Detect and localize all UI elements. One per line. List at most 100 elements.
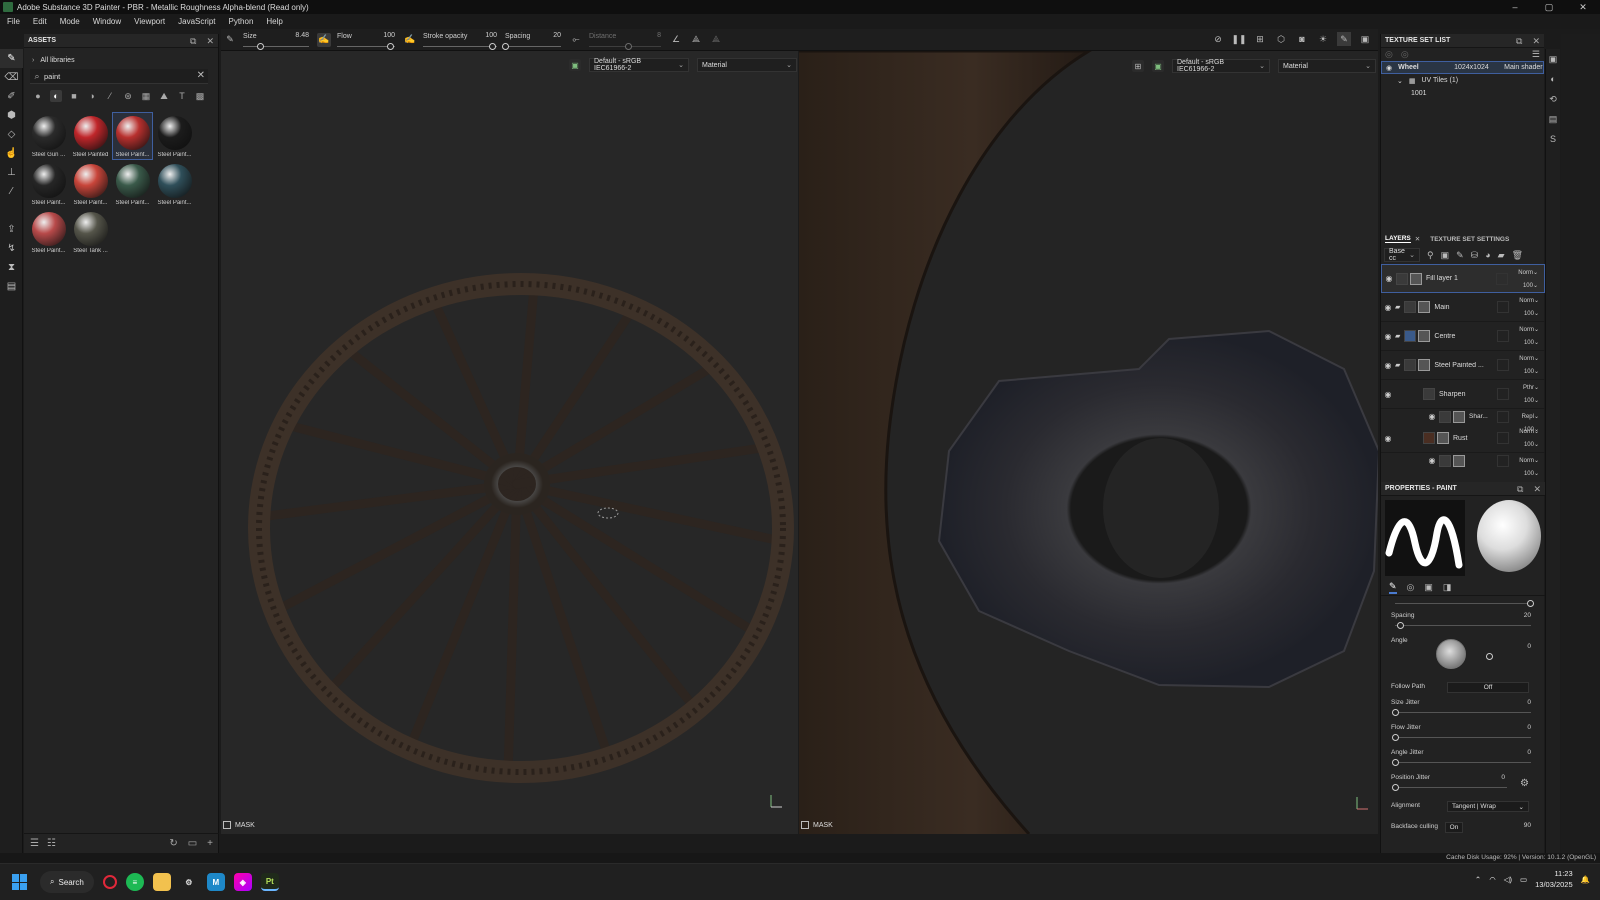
brush-settings-icon[interactable]: ✎ — [1389, 581, 1397, 594]
angle-jitter-knob[interactable] — [1392, 759, 1399, 766]
split-view-icon[interactable]: ⊞ — [1253, 32, 1267, 46]
asset-thumbnail[interactable]: Steel Paint... — [112, 112, 153, 160]
colorspace-dropdown-3d[interactable]: Default - sRGB IEC61966-2 ⌄ — [589, 58, 689, 72]
symmetry-icon[interactable]: ⟁ — [689, 33, 703, 47]
blend-mode[interactable]: Norm⌄ 100⌄ — [1519, 426, 1539, 452]
float-panel-icon[interactable]: ⧉ — [1516, 36, 1522, 47]
filter-masks-icon[interactable]: ■ — [68, 90, 80, 102]
geometry-fill-tool-icon[interactable]: ⬢ — [0, 106, 23, 125]
asset-thumbnail[interactable]: Steel Paint... — [154, 112, 195, 160]
menu-viewport[interactable]: Viewport — [134, 17, 165, 26]
asset-thumbnail[interactable]: Steel Paint... — [28, 208, 69, 256]
visibility-icon[interactable]: ◉ — [1381, 332, 1395, 341]
filter-brushes-icon[interactable]: ⁄ — [104, 90, 116, 102]
layer-color-swatch[interactable] — [1497, 301, 1509, 313]
layer-row[interactable]: ◉ ▰ Main Norm⌄ 100⌄ — [1381, 293, 1545, 322]
open-folder-icon[interactable]: ▭ — [188, 838, 197, 849]
color-picker-tool-icon[interactable]: ⁄ — [0, 182, 23, 201]
size-jitter-knob[interactable] — [1392, 709, 1399, 716]
close-panel-icon[interactable]: ✕ — [1532, 36, 1540, 47]
blend-mode[interactable]: Norm⌄ 100⌄ — [1519, 353, 1539, 379]
refresh-icon[interactable]: ↻ — [169, 838, 177, 849]
visibility-icon[interactable]: ◉ — [1386, 64, 1392, 72]
uv-tools-icon[interactable]: ⊞ — [1132, 60, 1144, 72]
taskbar-search[interactable]: ⌕ Search — [40, 871, 94, 893]
stroke-opacity-knob[interactable] — [489, 42, 496, 50]
smudge-tool-icon[interactable]: ☝ — [0, 144, 23, 163]
distance-knob[interactable] — [625, 42, 632, 50]
close-panel-icon[interactable]: ✕ — [1533, 484, 1541, 495]
brush-preset-icon[interactable]: ✎ — [223, 33, 237, 47]
alignment-dropdown[interactable]: Tangent | Wrap ⌄ — [1447, 801, 1529, 812]
spacing-slider[interactable]: Spacing 20 — [502, 29, 561, 51]
camera-icon[interactable]: ◙ — [1295, 32, 1309, 46]
layer-effect-row[interactable]: ◉ Norm⌄ 100⌄ — [1381, 453, 1545, 477]
asset-thumbnail[interactable]: Steel Painted — [70, 112, 111, 160]
layer-color-swatch[interactable] — [1497, 432, 1509, 444]
flow-slider[interactable]: Flow 100 — [337, 29, 395, 51]
layer-row[interactable]: ◉ ▰ Centre Norm⌄ 100⌄ — [1381, 322, 1545, 351]
texture-set-wheel[interactable]: ◉ Wheel 1024x1024 Main shader — [1381, 61, 1544, 74]
uv-tiles-row[interactable]: ⌄ ▦ UV Tiles (1) — [1381, 74, 1544, 87]
pen-pressure-size-icon[interactable]: ✍ — [317, 32, 331, 47]
battery-icon[interactable]: ▭ — [1520, 875, 1527, 884]
layer-row[interactable]: ◉ Rust Norm⌄ 100⌄ — [1381, 424, 1545, 453]
uv-tile-1001[interactable]: 1001 — [1381, 87, 1544, 100]
steam-icon[interactable]: ⚙ — [180, 873, 198, 891]
hide-ui-icon[interactable]: ⊘ — [1211, 32, 1225, 46]
substance-logo-icon[interactable]: S — [1546, 129, 1560, 149]
colorspace-dropdown-2d[interactable]: Default - sRGB IEC61966-2 ⌄ — [1172, 59, 1270, 73]
layer-color-swatch[interactable] — [1497, 359, 1509, 371]
filter-text-icon[interactable]: T — [176, 90, 188, 102]
tab-layers[interactable]: LAYERS — [1385, 235, 1411, 243]
mask-checkbox-3d[interactable] — [223, 821, 231, 829]
float-panel-icon[interactable]: ⧉ — [1517, 484, 1523, 495]
filter-generators-icon[interactable]: ◑ — [86, 90, 98, 102]
menu-javascript[interactable]: JavaScript — [178, 17, 215, 26]
mask-checkbox-2d[interactable] — [801, 821, 809, 829]
random-seed-icon[interactable]: ⚙ — [1520, 778, 1529, 789]
size-knob[interactable] — [257, 42, 264, 50]
blend-mode[interactable]: Pthr⌄ 100⌄ — [1523, 382, 1539, 408]
blend-mode[interactable]: Norm⌄ 100⌄ — [1519, 295, 1539, 321]
visibility-icon[interactable]: ◉ — [1381, 434, 1395, 443]
display-settings-icon[interactable]: ▣ — [1546, 49, 1560, 69]
channel-dropdown-3d[interactable]: Material ⌄ — [697, 58, 797, 72]
lazy-mouse-icon[interactable]: ⟜ — [569, 33, 583, 47]
wifi-icon[interactable]: ◠ — [1489, 875, 1496, 884]
asset-thumbnail[interactable]: Steel Paint... — [112, 160, 153, 208]
add-mask-icon[interactable]: ▣ — [1441, 250, 1450, 261]
blend-mode[interactable]: Norm⌄ 100⌄ — [1518, 267, 1538, 293]
layer-color-swatch[interactable] — [1497, 388, 1509, 400]
angle-lock-icon[interactable]: ∠ — [669, 33, 683, 47]
add-asset-icon[interactable]: + — [207, 838, 213, 849]
display-settings-2d-icon[interactable]: ▣ — [1152, 60, 1164, 72]
size-prop-knob[interactable] — [1527, 600, 1534, 607]
viewport-2d[interactable]: ⊞ ▣ Default - sRGB IEC61966-2 ⌄ Material ⌄… — [799, 51, 1378, 834]
assets-search-input[interactable] — [44, 71, 184, 81]
eraser-tool-icon[interactable]: ⌫ — [0, 68, 23, 87]
position-jitter-knob[interactable] — [1392, 784, 1399, 791]
substance-painter-icon[interactable]: Pt — [260, 873, 279, 891]
viewer-settings-icon[interactable]: ◐ — [1546, 69, 1560, 89]
delete-layer-icon[interactable]: 🗑 — [1512, 250, 1523, 261]
filter-procedurals-icon[interactable]: ⊛ — [122, 90, 134, 102]
material-icon[interactable]: ◨ — [1443, 582, 1452, 593]
spacing-prop-knob[interactable] — [1397, 622, 1404, 629]
screenshot-icon[interactable]: ▣ — [1358, 32, 1372, 46]
add-paint-layer-icon[interactable]: ✎ — [1456, 250, 1464, 261]
float-panel-icon[interactable]: ⧉ — [190, 36, 196, 47]
volume-icon[interactable]: ◁) — [1504, 875, 1512, 884]
channel-dropdown[interactable]: Base cc ⌄ — [1384, 248, 1420, 262]
menu-mode[interactable]: Mode — [60, 17, 80, 26]
asset-thumbnail[interactable]: Steel Gun ... — [28, 112, 69, 160]
close-tab-icon[interactable]: ✕ — [1415, 235, 1420, 243]
history-icon[interactable]: ⟲ — [1546, 89, 1560, 109]
3d-view-icon[interactable]: ⬡ — [1274, 32, 1288, 46]
layer-color-swatch[interactable] — [1497, 410, 1509, 423]
clone-tool-icon[interactable]: ⊥ — [0, 163, 23, 182]
maximize-button[interactable]: ▢ — [1532, 0, 1566, 14]
export-tool-icon[interactable]: ▤ — [0, 277, 23, 296]
lighting-icon[interactable]: ☀ — [1316, 32, 1330, 46]
menu-edit[interactable]: Edit — [33, 17, 47, 26]
